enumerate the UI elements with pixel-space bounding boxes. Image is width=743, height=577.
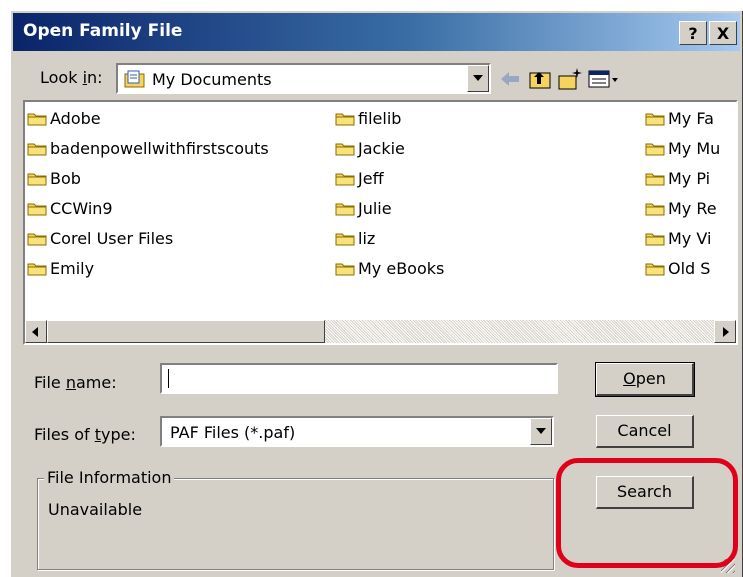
view-menu-icon[interactable]: [587, 66, 621, 92]
file-list-item-label: My Pi: [668, 169, 711, 188]
file-name-label: File name:: [34, 373, 117, 392]
file-list-item-label: My Vi: [668, 229, 712, 248]
file-list-item-label: Corel User Files: [50, 229, 174, 248]
file-list-item-label: Old S: [668, 259, 711, 278]
look-in-value: My Documents: [152, 70, 272, 89]
file-list-item-label: Emily: [50, 259, 95, 278]
scroll-left-icon: [32, 327, 38, 337]
folder-icon: [645, 233, 665, 246]
folder-icon: [335, 143, 355, 156]
folder-icon: [27, 233, 47, 246]
file-list-item-label: filelib: [358, 109, 402, 128]
open-button[interactable]: Open: [595, 362, 695, 397]
folder-icon: [335, 173, 355, 186]
dialog-title: Open Family File: [23, 21, 183, 41]
file-list-item-label: Bob: [50, 169, 81, 188]
folder-icon: [27, 203, 47, 216]
file-list-item-label: CCWin9: [50, 199, 113, 218]
folder-icon: [27, 143, 47, 156]
scroll-right-button[interactable]: [714, 320, 736, 343]
file-list-item-label: Julie: [358, 199, 392, 218]
folder-icon: [335, 263, 355, 276]
folder-icon: [335, 203, 355, 216]
folder-icon: [645, 143, 665, 156]
file-list-item-label: My Re: [668, 199, 717, 218]
my-documents-icon: [124, 70, 145, 88]
file-list-item-label: badenpowellwithfirstscouts: [50, 139, 269, 158]
close-button[interactable]: X: [709, 21, 737, 45]
files-of-type-label: Files of type:: [34, 425, 136, 444]
folder-icon: [335, 233, 355, 246]
folder-icon: [27, 113, 47, 126]
folder-icon: [645, 173, 665, 186]
folder-icon: [645, 203, 665, 216]
file-list-item-label: My Fa: [668, 109, 714, 128]
files-of-type-dropdown[interactable]: PAF Files (*.paf): [160, 416, 554, 447]
cancel-button[interactable]: Cancel: [596, 415, 694, 448]
scroll-right-icon: [723, 327, 729, 337]
file-list[interactable]: Adobe badenpowellwithfirstscouts Bob CCWin9…: [23, 100, 738, 345]
file-information-status: Unavailable: [48, 500, 143, 519]
new-folder-icon[interactable]: [557, 66, 583, 92]
scroll-left-button[interactable]: [25, 320, 47, 343]
file-list-item-label: Jeff: [358, 169, 384, 188]
look-in-dropdown[interactable]: My Documents: [116, 63, 491, 94]
folder-icon: [335, 113, 355, 126]
horizontal-scrollbar[interactable]: [25, 320, 736, 343]
back-arrow-icon[interactable]: [497, 66, 523, 92]
file-list-item-label: Adobe: [50, 109, 101, 128]
folder-icon: [27, 263, 47, 276]
files-of-type-value: PAF Files (*.paf): [170, 423, 296, 442]
look-in-dropdown-arrow[interactable]: [467, 65, 489, 92]
help-button[interactable]: ?: [679, 21, 707, 45]
folder-icon: [27, 173, 47, 186]
file-name-input[interactable]: [160, 363, 558, 394]
title-bar[interactable]: Open Family File ? X: [13, 13, 740, 51]
file-information-group: [37, 478, 554, 570]
up-folder-icon[interactable]: [527, 66, 553, 92]
look-in-label: Look in:: [40, 68, 103, 87]
search-button-highlight-circle: [556, 458, 738, 568]
files-of-type-dropdown-arrow[interactable]: [530, 418, 552, 445]
scrollbar-thumb[interactable]: [47, 320, 325, 343]
folder-icon: [645, 113, 665, 126]
folder-icon: [645, 263, 665, 276]
file-list-item-label: Jackie: [358, 139, 405, 158]
file-information-legend: File Information: [44, 468, 175, 487]
file-list-item-label: My eBooks: [358, 259, 445, 278]
file-list-item-label: My Mu: [668, 139, 721, 158]
file-list-item-label: liz: [358, 229, 376, 248]
text-cursor: [168, 369, 169, 388]
